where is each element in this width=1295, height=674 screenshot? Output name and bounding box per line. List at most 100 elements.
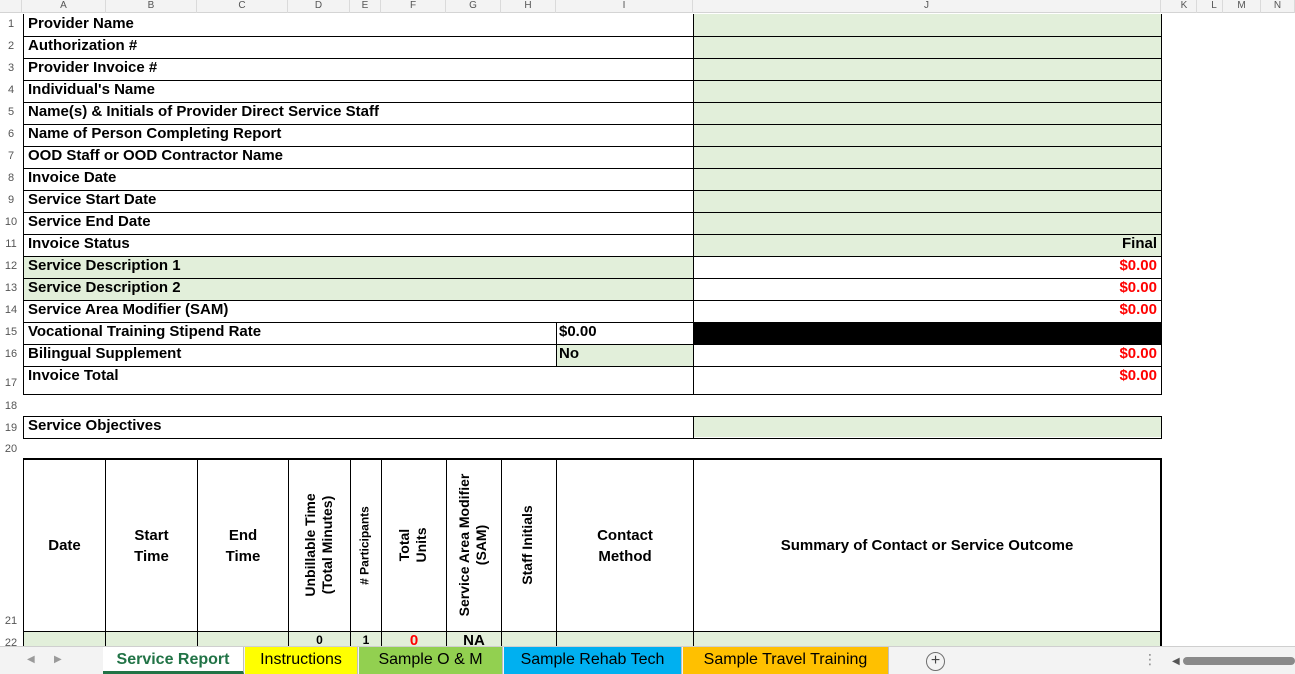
sam-label: Service Area Modifier (SAM) xyxy=(28,301,229,318)
summary-header-text: Summary of Contact or Service Outcome xyxy=(780,537,1074,554)
col-header-unbillable-time: Unbillable Time (Total Minutes) xyxy=(302,460,336,630)
row-header[interactable]: 10 xyxy=(0,216,22,228)
provider-name-label: Provider Name xyxy=(28,15,134,32)
row-header[interactable]: 16 xyxy=(0,348,22,360)
scroll-left-icon[interactable]: ◀ xyxy=(1172,656,1180,667)
row-header[interactable]: 12 xyxy=(0,260,22,272)
staff-names-label: Name(s) & Initials of Provider Direct Se… xyxy=(28,103,379,120)
row-header[interactable]: 9 xyxy=(0,194,22,206)
end-header-line1: End xyxy=(228,526,258,544)
start-header-line2: Time xyxy=(134,547,169,565)
col-header-participants: # Participants xyxy=(357,486,374,606)
tab-service-report[interactable]: Service Report xyxy=(103,647,244,674)
service-objectives-input[interactable] xyxy=(694,417,1161,437)
individuals-name-label: Individual's Name xyxy=(28,81,155,98)
staff-initials-header-text: Staff Initials xyxy=(519,505,535,585)
col-header-date: Date xyxy=(24,460,105,631)
tab-instructions[interactable]: Instructions xyxy=(245,647,358,674)
row-header[interactable]: 6 xyxy=(0,128,22,140)
ood-staff-label: OOD Staff or OOD Contractor Name xyxy=(28,147,284,164)
unbillable-minutes-cell[interactable]: 0 xyxy=(289,632,350,646)
horizontal-scrollbar[interactable] xyxy=(1183,657,1295,665)
unbillable-header-line1: Unbillable Time xyxy=(302,493,318,597)
row-header[interactable]: 21 xyxy=(0,615,22,627)
row-header[interactable]: 1 xyxy=(0,18,22,30)
sam-cell[interactable]: NA xyxy=(447,632,501,646)
stipend-rate-value[interactable]: $0.00 xyxy=(556,322,693,344)
service-description-2-amount: $0.00 xyxy=(1119,279,1157,296)
scroll-tabs-right-icon[interactable]: ▶ xyxy=(54,654,62,665)
spreadsheet-grid[interactable]: A B C D E F G H I J K L M N 1 2 3 4 5 6 … xyxy=(0,0,1295,646)
row-header[interactable]: 3 xyxy=(0,62,22,74)
invoice-status-label: Invoice Status xyxy=(28,235,130,252)
row-header[interactable]: 19 xyxy=(0,422,22,434)
column-header-j[interactable]: J xyxy=(693,0,1161,13)
column-header-b[interactable]: B xyxy=(106,0,197,13)
units-header-line2: Units xyxy=(413,527,429,563)
column-header-k[interactable]: K xyxy=(1172,0,1197,13)
service-description-1-amount: $0.00 xyxy=(1119,257,1157,274)
row-header[interactable]: 8 xyxy=(0,172,22,184)
contact-header-line1: Contact xyxy=(597,526,653,544)
row-header[interactable]: 18 xyxy=(0,400,22,412)
row-header[interactable]: 4 xyxy=(0,84,22,96)
bilingual-supplement-label: Bilingual Supplement xyxy=(28,345,182,362)
row-header[interactable]: 17 xyxy=(0,377,22,389)
service-description-1-label: Service Description 1 xyxy=(28,257,181,274)
row-header[interactable]: 7 xyxy=(0,150,22,162)
provider-invoice-label: Provider Invoice # xyxy=(28,59,158,76)
column-header-m[interactable]: M xyxy=(1223,0,1261,13)
column-header-strip: A B C D E F G H I J K L M N xyxy=(0,0,1295,13)
end-header-line2: Time xyxy=(225,547,261,565)
start-header-line1: Start xyxy=(134,526,169,544)
row-header[interactable]: 20 xyxy=(0,443,22,455)
column-header-g[interactable]: G xyxy=(446,0,501,13)
service-end-date-label: Service End Date xyxy=(28,213,151,230)
bilingual-supplement-amount: $0.00 xyxy=(1119,345,1157,362)
date-header-text: Date xyxy=(48,537,81,554)
service-description-2-label: Service Description 2 xyxy=(28,279,181,296)
tab-sample-o-and-m[interactable]: Sample O & M xyxy=(359,647,503,674)
row-header[interactable]: 14 xyxy=(0,304,22,316)
scroll-tabs-left-icon[interactable]: ◀ xyxy=(27,654,35,665)
column-header-l[interactable]: L xyxy=(1206,0,1223,13)
service-start-date-label: Service Start Date xyxy=(28,191,157,208)
col-header-summary: Summary of Contact or Service Outcome xyxy=(694,460,1160,631)
sam-header-line2: (SAM) xyxy=(473,524,489,566)
row-header[interactable]: 13 xyxy=(0,282,22,294)
row-header[interactable]: 5 xyxy=(0,106,22,118)
col-header-total-units: Total Units xyxy=(396,505,430,585)
column-header-a[interactable]: A xyxy=(22,0,106,13)
add-sheet-icon[interactable]: + xyxy=(926,652,945,671)
column-header-n[interactable]: N xyxy=(1261,0,1295,13)
column-header-i[interactable]: I xyxy=(556,0,693,13)
bilingual-supplement-value[interactable]: No xyxy=(556,344,693,366)
invoice-total-label: Invoice Total xyxy=(28,367,119,384)
sam-header-line1: Service Area Modifier xyxy=(456,473,472,617)
column-header-e[interactable]: E xyxy=(350,0,381,13)
col-header-staff-initials: Staff Initials xyxy=(519,481,537,609)
tab-sample-travel-training[interactable]: Sample Travel Training xyxy=(683,647,889,674)
table-row-fill xyxy=(23,631,1161,646)
column-header-c[interactable]: C xyxy=(197,0,288,13)
row-header-strip: 1 2 3 4 5 6 7 8 9 10 11 12 13 14 15 16 1… xyxy=(0,13,22,646)
column-header-f[interactable]: F xyxy=(381,0,446,13)
col-header-contact-method: Contact Method xyxy=(557,460,693,631)
select-all-corner[interactable] xyxy=(0,0,22,13)
person-completing-label: Name of Person Completing Report xyxy=(28,125,282,142)
column-header-h[interactable]: H xyxy=(501,0,556,13)
invoice-total-amount: $0.00 xyxy=(1119,367,1157,384)
row-header[interactable]: 15 xyxy=(0,326,22,338)
tab-sample-rehab-tech[interactable]: Sample Rehab Tech xyxy=(504,647,682,674)
col-header-sam: Service Area Modifier (SAM) xyxy=(456,460,490,630)
participants-cell[interactable]: 1 xyxy=(351,632,381,646)
row-header[interactable]: 22 xyxy=(0,637,22,646)
participants-header-text: # Participants xyxy=(357,506,372,585)
row-header[interactable]: 11 xyxy=(0,238,22,250)
units-header-line1: Total xyxy=(396,528,412,562)
column-header-d[interactable]: D xyxy=(288,0,350,13)
row-header[interactable]: 2 xyxy=(0,40,22,52)
col-header-end-time: End Time xyxy=(198,460,288,631)
more-options-icon[interactable]: ⋮ xyxy=(1143,651,1157,668)
invoice-status-value: Final xyxy=(1121,235,1157,252)
